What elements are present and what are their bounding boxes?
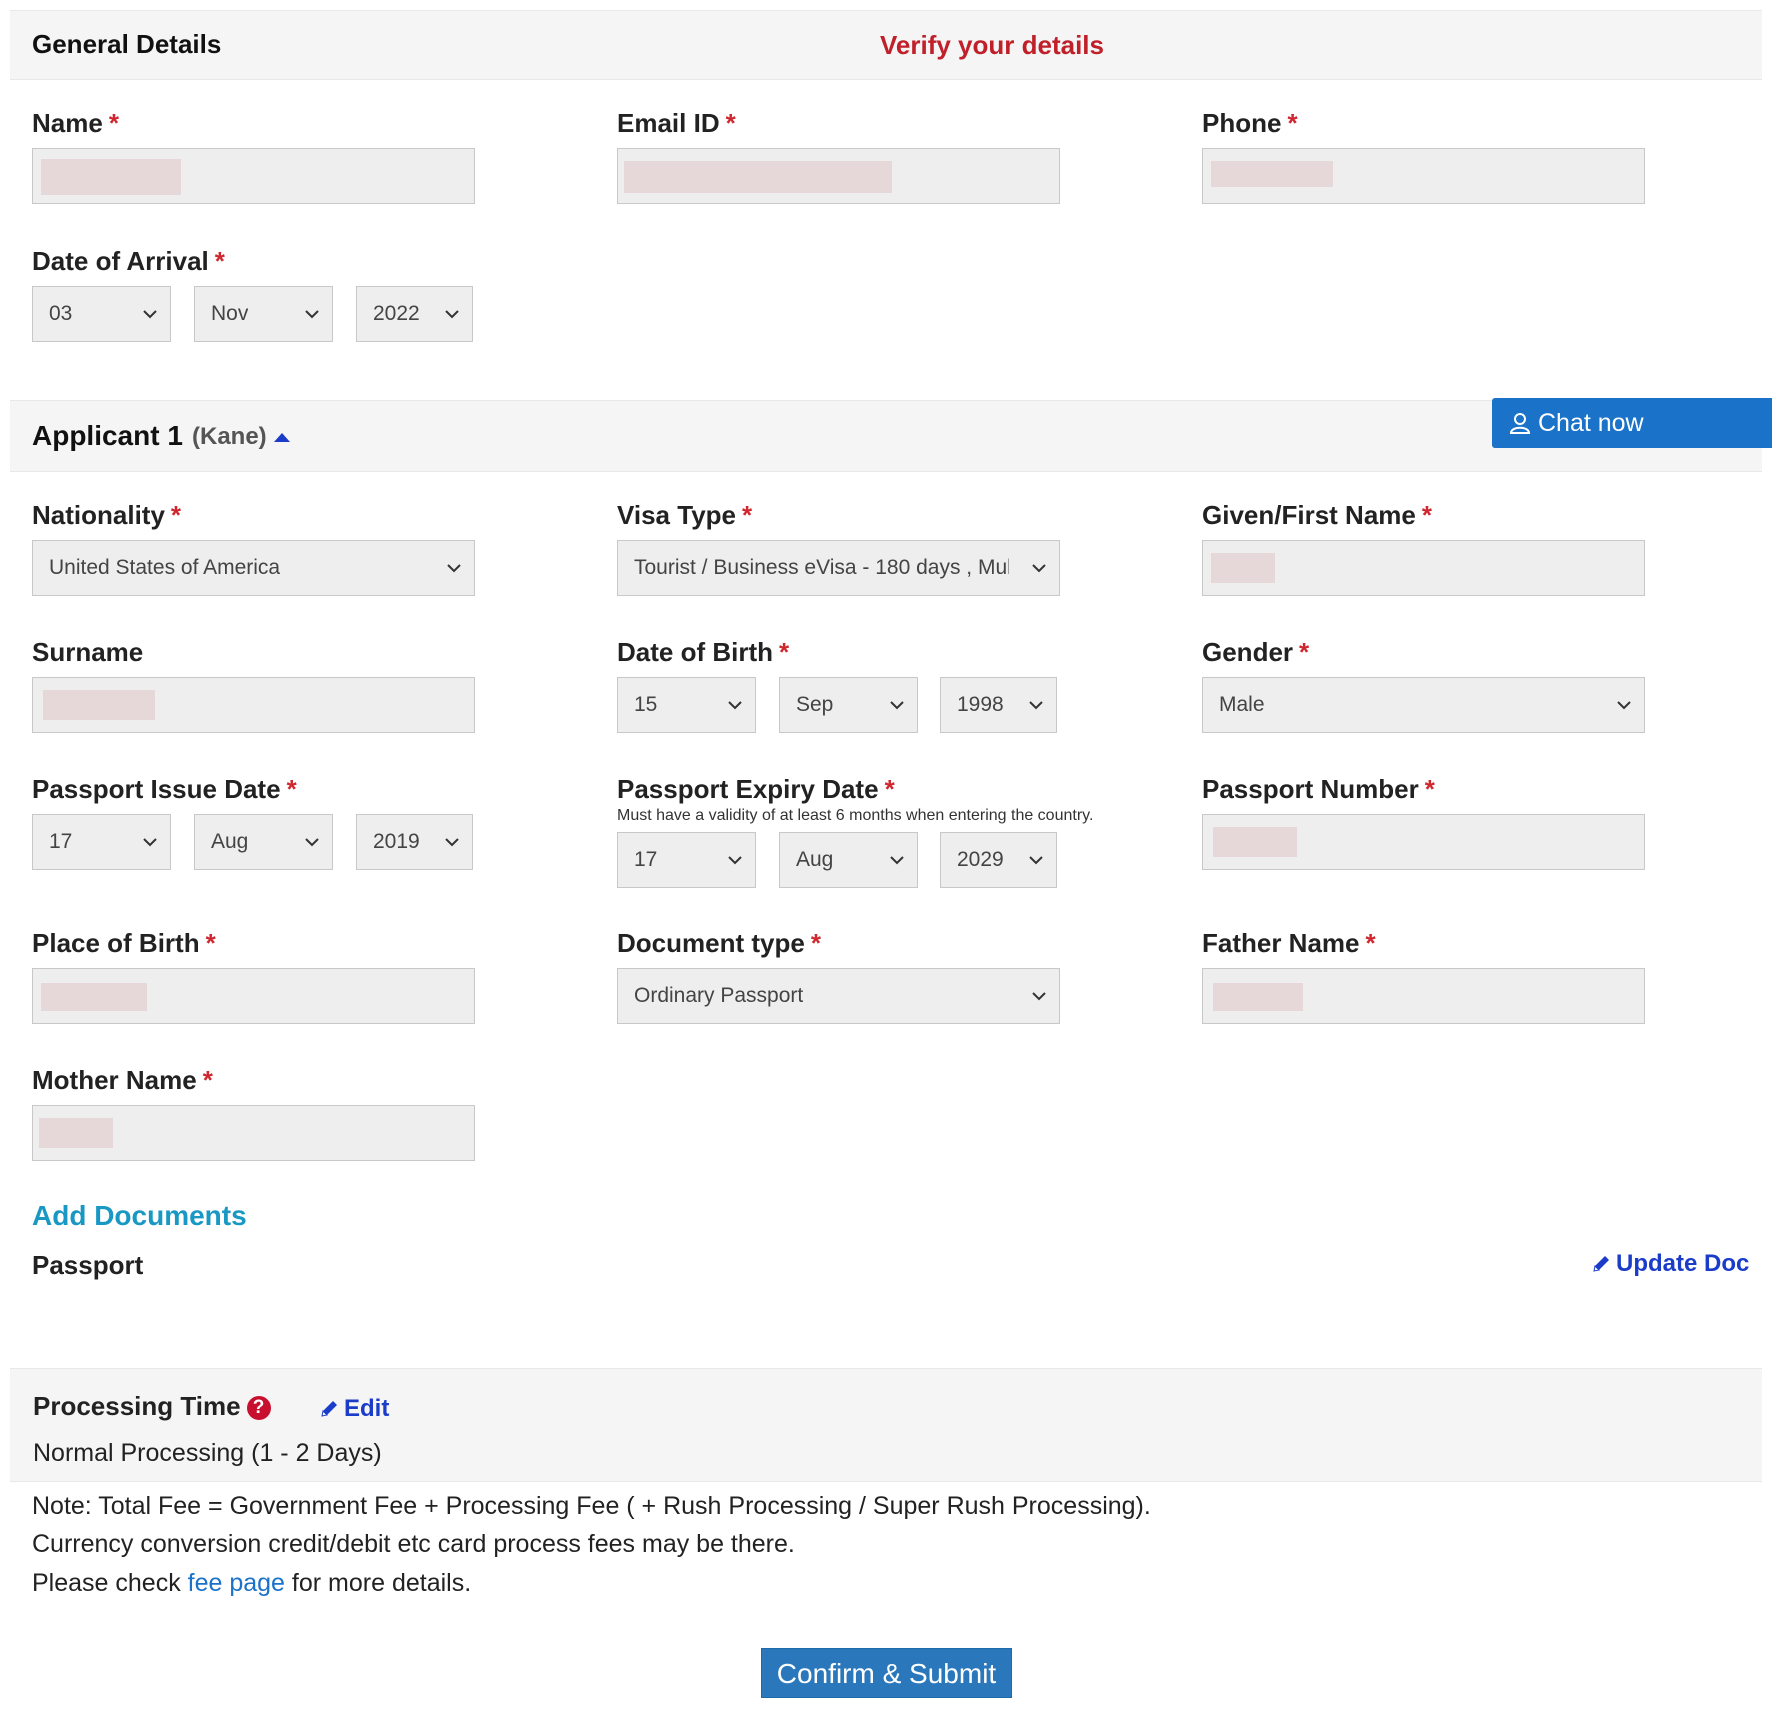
- pencil-icon: [321, 1401, 337, 1417]
- chevron-down-icon: [447, 564, 461, 573]
- gender-label: Gender *: [1202, 637, 1310, 667]
- add-documents-heading: Add Documents: [32, 1200, 247, 1231]
- help-icon[interactable]: ?: [246, 1396, 271, 1420]
- expiry-hint: Must have a validity of at least 6 month…: [617, 807, 1094, 824]
- name-label: Name *: [32, 108, 119, 138]
- mother-name-input[interactable]: [32, 1105, 475, 1161]
- chevron-down-icon: [445, 838, 459, 847]
- dob-year-select[interactable]: 1998: [940, 677, 1057, 733]
- general-details-title: General Details: [32, 29, 222, 59]
- arrival-month-select[interactable]: Nov: [194, 286, 333, 342]
- issue-year-select[interactable]: 2019: [356, 814, 473, 870]
- dob-label: Date of Birth *: [617, 637, 790, 667]
- mother-name-label: Mother Name *: [32, 1065, 213, 1095]
- expiry-month-select[interactable]: Aug: [779, 832, 918, 888]
- passport-issue-label: Passport Issue Date *: [32, 774, 297, 804]
- gender-select[interactable]: Male: [1202, 677, 1645, 733]
- visa-type-label: Visa Type *: [617, 500, 753, 530]
- arrival-day-select[interactable]: 03: [32, 286, 171, 342]
- dob-month-select[interactable]: Sep: [779, 677, 918, 733]
- edit-processing-link[interactable]: Edit: [320, 1395, 389, 1423]
- applicant-title: Applicant 1: [32, 420, 183, 451]
- surname-input[interactable]: [32, 677, 475, 733]
- given-name-input[interactable]: [1202, 540, 1645, 596]
- fee-note-line1: Note: Total Fee = Government Fee + Proce…: [32, 1492, 1151, 1520]
- passport-number-label: Passport Number *: [1202, 774, 1435, 804]
- arrival-year-select[interactable]: 2022: [356, 286, 473, 342]
- passport-doc-label: Passport: [32, 1250, 144, 1280]
- name-input[interactable]: [32, 148, 475, 204]
- expiry-year-select[interactable]: 2029: [940, 832, 1057, 888]
- processing-time-panel: Processing Time? Edit Normal Processing …: [10, 1368, 1762, 1482]
- update-doc-link[interactable]: Update Doc: [1592, 1250, 1749, 1278]
- arrival-date-label: Date of Arrival *: [32, 246, 225, 276]
- given-name-label: Given/First Name *: [1202, 500, 1432, 530]
- passport-expiry-label: Passport Expiry Date *: [617, 774, 895, 804]
- fee-note-line3: Please check fee page for more details.: [32, 1569, 472, 1597]
- expiry-day-select[interactable]: 17: [617, 832, 756, 888]
- chevron-down-icon: [728, 856, 742, 865]
- nationality-label: Nationality *: [32, 500, 182, 530]
- chevron-down-icon: [1617, 701, 1631, 710]
- verify-details-text: Verify your details: [880, 30, 1104, 60]
- phone-label: Phone *: [1202, 108, 1298, 138]
- visa-type-select[interactable]: Tourist / Business eVisa - 180 days , Mu…: [617, 540, 1060, 596]
- chevron-down-icon: [1032, 564, 1046, 573]
- chevron-down-icon: [143, 310, 157, 319]
- place-of-birth-input[interactable]: [32, 968, 475, 1024]
- confirm-submit-button[interactable]: Confirm & Submit: [761, 1648, 1012, 1698]
- passport-number-input[interactable]: [1202, 814, 1645, 870]
- issue-day-select[interactable]: 17: [32, 814, 171, 870]
- email-input[interactable]: [617, 148, 1060, 204]
- document-type-label: Document type *: [617, 928, 821, 958]
- chevron-down-icon: [728, 701, 742, 710]
- chevron-down-icon: [1032, 992, 1046, 1001]
- user-icon: [1509, 413, 1531, 434]
- chevron-down-icon: [1029, 701, 1043, 710]
- processing-time-value: Normal Processing (1 - 2 Days): [33, 1439, 382, 1467]
- surname-label: Surname: [32, 637, 144, 667]
- phone-input[interactable]: [1202, 148, 1645, 204]
- chat-now-button[interactable]: Chat now: [1492, 398, 1772, 448]
- processing-time-title: Processing Time?: [33, 1391, 271, 1422]
- email-label: Email ID *: [617, 108, 736, 138]
- document-type-select[interactable]: Ordinary Passport: [617, 968, 1060, 1024]
- father-name-input[interactable]: [1202, 968, 1645, 1024]
- dob-day-select[interactable]: 15: [617, 677, 756, 733]
- father-name-label: Father Name *: [1202, 928, 1376, 958]
- general-details-header: General Details Verify your details: [10, 10, 1762, 80]
- chevron-down-icon: [143, 838, 157, 847]
- fee-note-line2: Currency conversion credit/debit etc car…: [32, 1530, 795, 1558]
- chevron-down-icon: [890, 856, 904, 865]
- fee-page-link[interactable]: fee page: [188, 1569, 285, 1597]
- issue-month-select[interactable]: Aug: [194, 814, 333, 870]
- chevron-down-icon: [305, 310, 319, 319]
- pencil-icon: [1593, 1256, 1609, 1272]
- chevron-down-icon: [305, 838, 319, 847]
- caret-up-icon[interactable]: [273, 431, 291, 443]
- chevron-down-icon: [1029, 856, 1043, 865]
- place-of-birth-label: Place of Birth *: [32, 928, 216, 958]
- applicant-name-tag: (Kane): [192, 423, 267, 450]
- chevron-down-icon: [890, 701, 904, 710]
- chevron-down-icon: [445, 310, 459, 319]
- nationality-select[interactable]: United States of America: [32, 540, 475, 596]
